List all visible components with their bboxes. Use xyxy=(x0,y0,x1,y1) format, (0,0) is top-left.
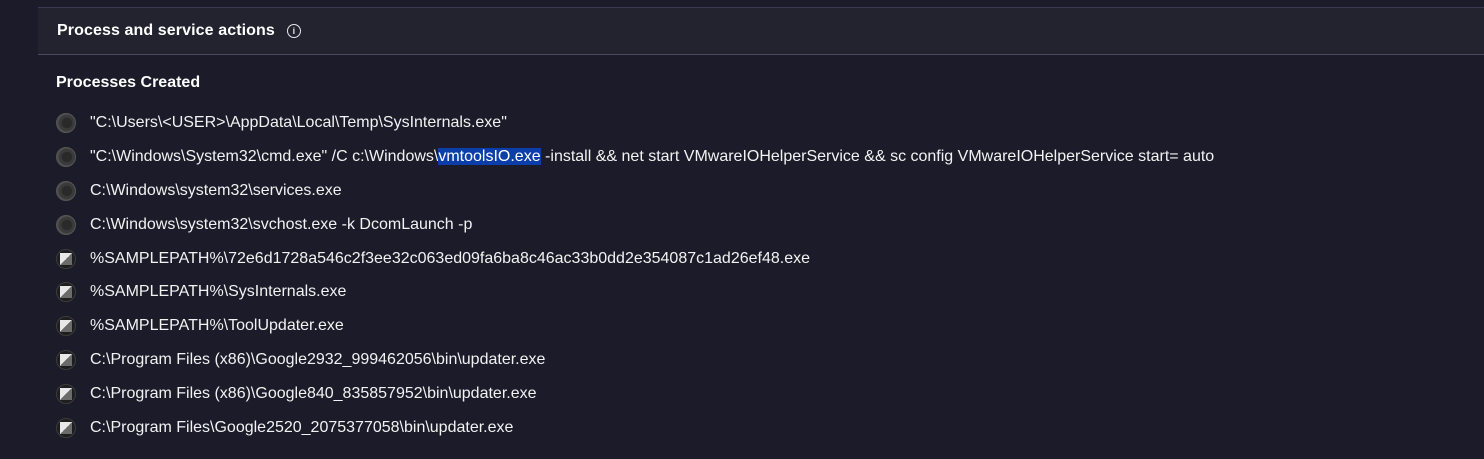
process-service-panel: Process and service actions i Processes … xyxy=(0,0,1484,459)
list-item: "C:\Users\<USER>\AppData\Local\Temp\SysI… xyxy=(56,106,1214,140)
list-item: %SAMPLEPATH%\SysInternals.exe xyxy=(56,275,1214,309)
process-command[interactable]: %SAMPLEPATH%\72e6d1728a546c2f3ee32c063ed… xyxy=(90,250,810,268)
process-command[interactable]: %SAMPLEPATH%\ToolUpdater.exe xyxy=(90,317,344,335)
commandline-icon xyxy=(56,112,76,133)
process-command[interactable]: C:\Windows\system32\svchost.exe -k DcomL… xyxy=(90,216,472,234)
info-circle-icon[interactable]: i xyxy=(286,24,301,38)
list-item: C:\Windows\system32\services.exe xyxy=(56,174,1214,208)
file-icon xyxy=(56,417,76,438)
process-command-prefix: "C:\Windows\System32\cmd.exe" /C c:\Wind… xyxy=(90,147,439,165)
file-icon xyxy=(56,248,76,269)
list-item: C:\Windows\system32\svchost.exe -k DcomL… xyxy=(56,208,1214,242)
list-item: %SAMPLEPATH%\ToolUpdater.exe xyxy=(56,309,1214,343)
file-icon xyxy=(56,384,76,405)
process-command[interactable]: C:\Program Files (x86)\Google2932_999462… xyxy=(90,351,545,369)
file-icon xyxy=(56,350,76,371)
list-item: %SAMPLEPATH%\72e6d1728a546c2f3ee32c063ed… xyxy=(56,242,1214,276)
commandline-icon xyxy=(56,214,76,235)
list-item: C:\Program Files\Google2520_2075377058\b… xyxy=(56,411,1214,445)
list-item: C:\Program Files (x86)\Google2932_999462… xyxy=(56,343,1214,377)
section-header: Process and service actions i xyxy=(38,8,1484,55)
commandline-icon xyxy=(56,180,76,201)
commandline-icon xyxy=(56,146,76,167)
list-item: "C:\Windows\System32\cmd.exe" /C c:\Wind… xyxy=(56,140,1214,174)
processes-created-list: "C:\Users\<USER>\AppData\Local\Temp\SysI… xyxy=(56,106,1214,445)
process-command[interactable]: C:\Program Files (x86)\Google840_8358579… xyxy=(90,385,537,403)
file-icon xyxy=(56,316,76,337)
processes-created-title: Processes Created xyxy=(56,74,201,91)
process-command[interactable]: "C:\Users\<USER>\AppData\Local\Temp\SysI… xyxy=(90,114,507,132)
process-command[interactable]: "C:\Windows\System32\cmd.exe" /C c:\Wind… xyxy=(90,147,1215,166)
process-command[interactable]: C:\Windows\system32\services.exe xyxy=(90,182,342,200)
process-command[interactable]: C:\Program Files\Google2520_2075377058\b… xyxy=(90,419,513,437)
list-item: C:\Program Files (x86)\Google840_8358579… xyxy=(56,377,1214,411)
selected-text-highlight: vmtoolsIO.exe xyxy=(438,147,541,165)
section-title: Process and service actions xyxy=(57,22,275,39)
process-command[interactable]: %SAMPLEPATH%\SysInternals.exe xyxy=(90,283,346,301)
process-command-suffix: -install && net start VMwareIOHelperServ… xyxy=(540,147,1215,165)
file-icon xyxy=(56,282,76,303)
